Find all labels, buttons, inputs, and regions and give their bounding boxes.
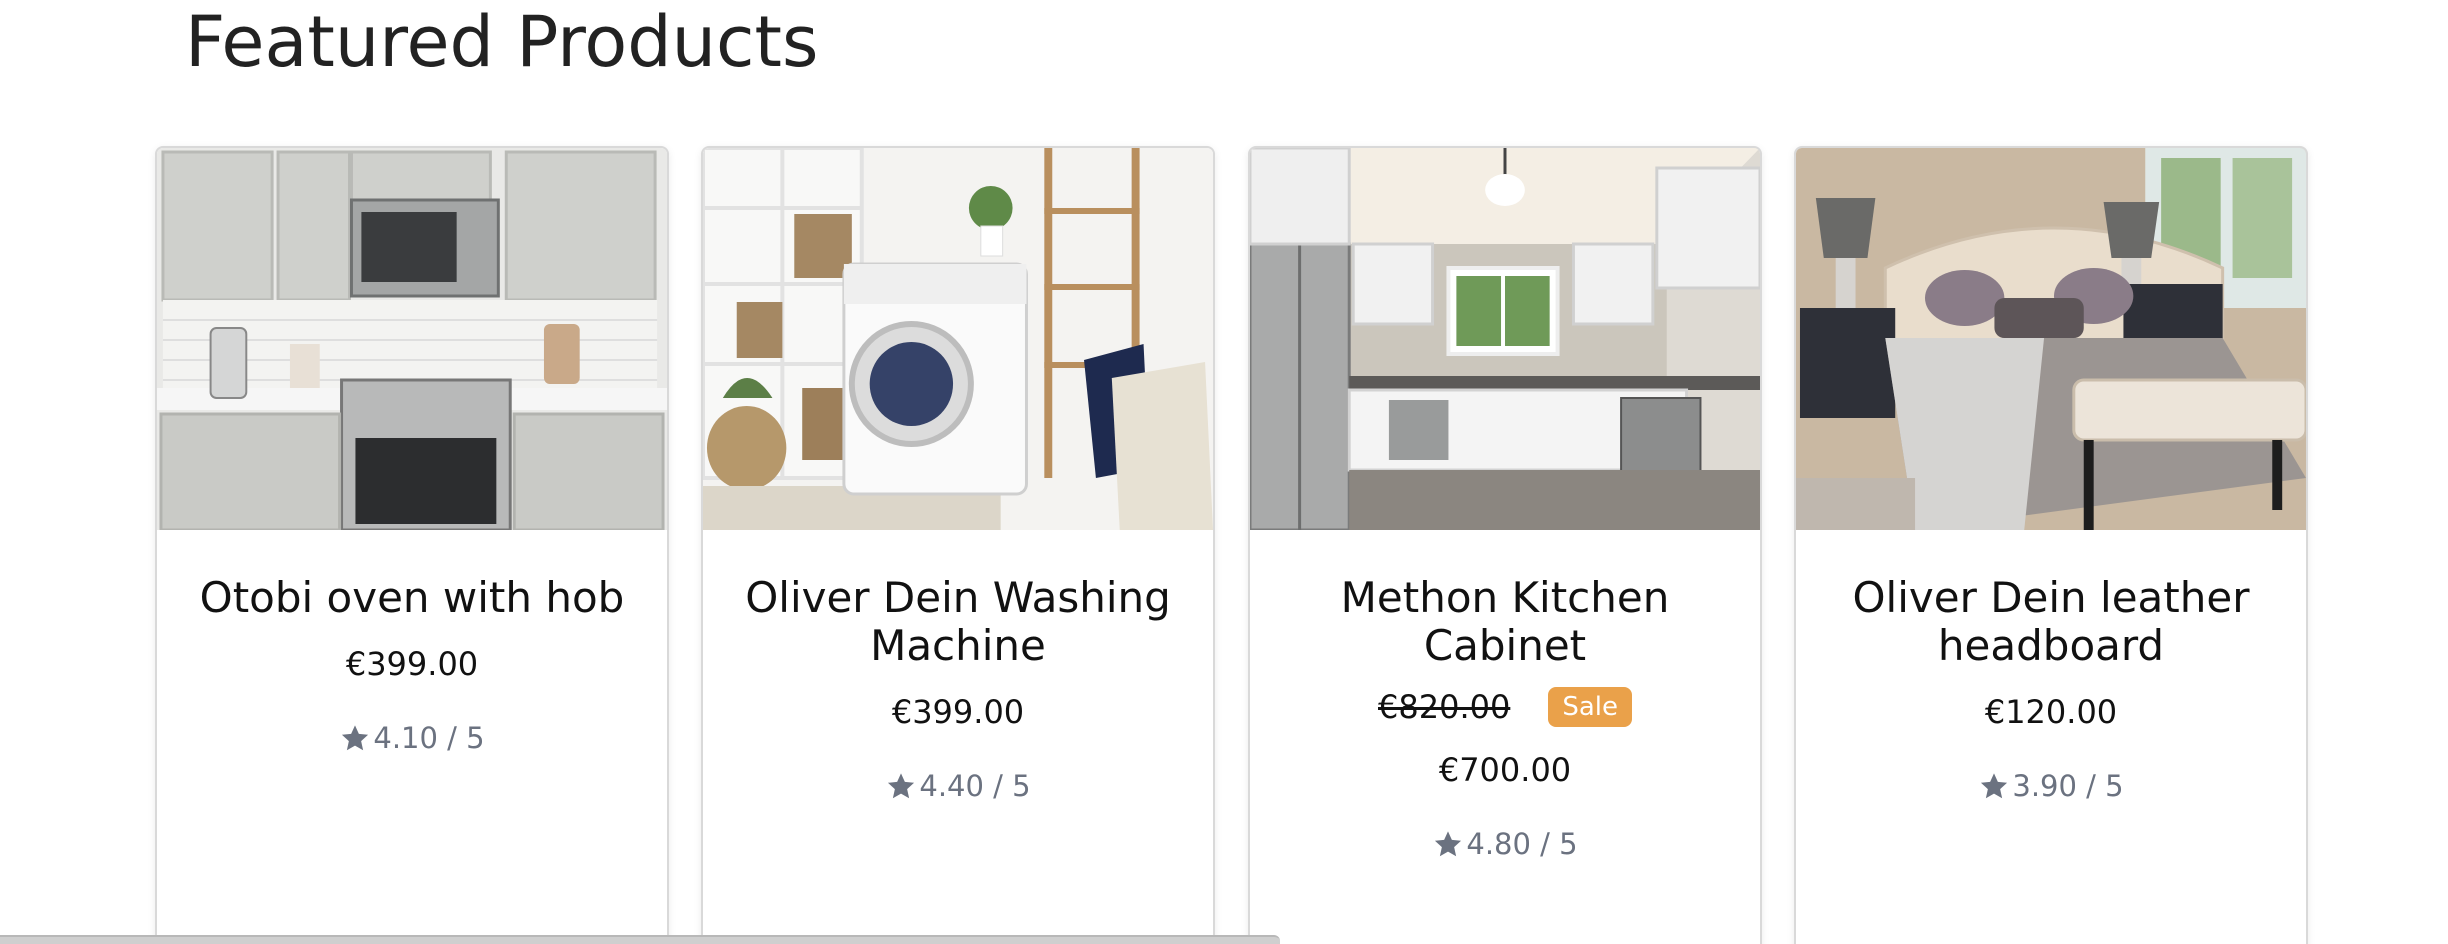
product-name[interactable]: Methon Kitchen Cabinet [1280, 574, 1730, 670]
rating-value: 4.10 / 5 [373, 721, 485, 755]
product-image[interactable] [1250, 148, 1760, 530]
product-rating: 3.90 / 5 [1826, 766, 2276, 806]
product-card[interactable]: Otobi oven with hob €399.00 4.10 / 5 [155, 146, 669, 944]
original-price: €820.00 [1378, 688, 1511, 726]
product-info: Otobi oven with hob €399.00 4.10 / 5 [157, 530, 667, 758]
product-image[interactable] [703, 148, 1213, 530]
section-title: Featured Products [185, 1, 819, 83]
product-rating: 4.10 / 5 [187, 718, 637, 758]
product-rating: 4.40 / 5 [733, 766, 1183, 806]
product-card[interactable]: Oliver Dein Washing Machine €399.00 4.40… [701, 146, 1215, 944]
star-icon [885, 770, 917, 802]
star-icon [339, 722, 371, 754]
product-card[interactable]: Methon Kitchen Cabinet €820.00 Sale €700… [1248, 146, 1762, 944]
product-price: €120.00 [1984, 693, 2118, 731]
star-icon [1432, 828, 1464, 860]
sale-row: €820.00 Sale [1280, 684, 1730, 730]
product-image[interactable] [157, 148, 667, 530]
product-name[interactable]: Otobi oven with hob [187, 574, 637, 622]
rating-value: 4.80 / 5 [1466, 827, 1578, 861]
product-price: €700.00 [1438, 751, 1572, 789]
product-info: Methon Kitchen Cabinet €820.00 Sale €700… [1250, 530, 1760, 864]
product-rating: 4.80 / 5 [1280, 824, 1730, 864]
page: Featured Products Otobi oven with hob €3… [0, 0, 2448, 944]
product-name[interactable]: Oliver Dein leather headboard [1826, 574, 2276, 670]
rating-value: 3.90 / 5 [2012, 769, 2124, 803]
product-card[interactable]: Oliver Dein leather headboard €120.00 3.… [1794, 146, 2308, 944]
sale-badge: Sale [1548, 687, 1632, 727]
product-info: Oliver Dein Washing Machine €399.00 4.40… [703, 530, 1213, 806]
product-info: Oliver Dein leather headboard €120.00 3.… [1796, 530, 2306, 806]
product-image[interactable] [1796, 148, 2306, 530]
rating-value: 4.40 / 5 [919, 769, 1031, 803]
horizontal-scrollbar[interactable] [0, 935, 1280, 944]
star-icon [1978, 770, 2010, 802]
product-price: €399.00 [891, 693, 1025, 731]
product-name[interactable]: Oliver Dein Washing Machine [733, 574, 1183, 670]
product-price: €399.00 [345, 645, 479, 683]
